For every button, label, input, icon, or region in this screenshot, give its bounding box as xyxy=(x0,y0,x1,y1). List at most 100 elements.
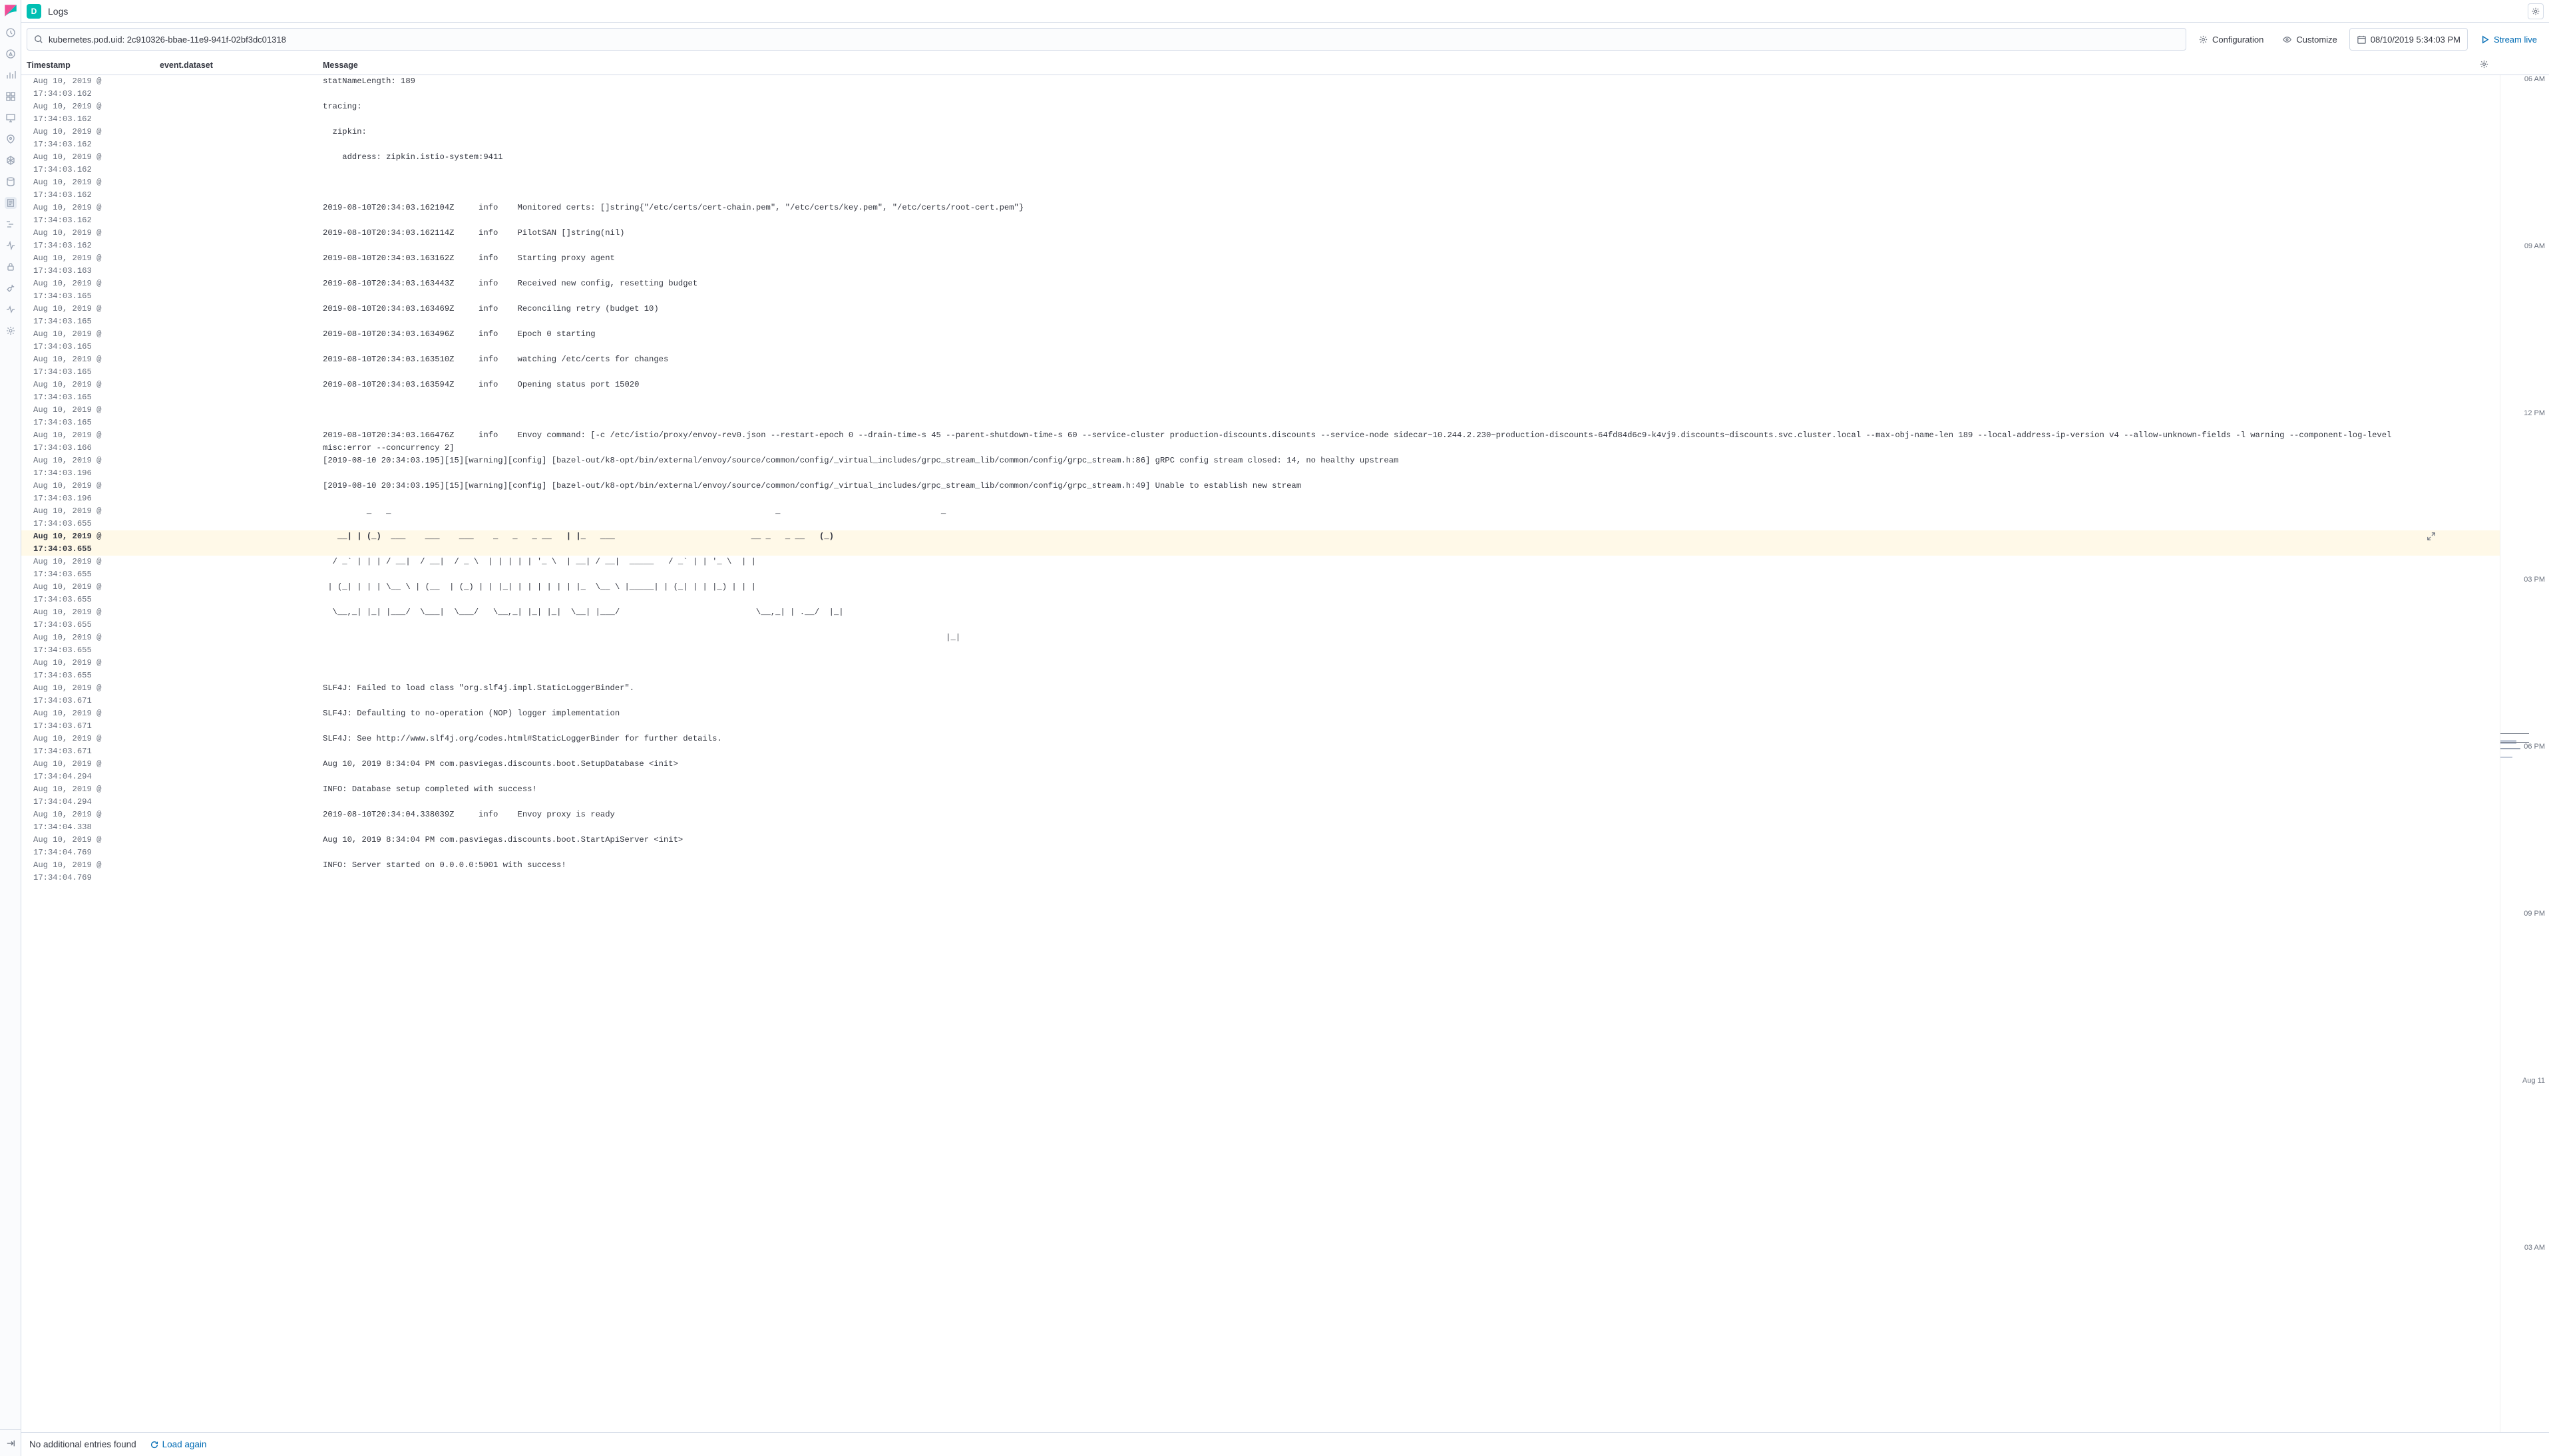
log-timestamp: Aug 10, 2019 @ 17:34:03.166 xyxy=(33,429,160,455)
nav-discover-icon[interactable] xyxy=(5,48,17,60)
datetime-label: 08/10/2019 5:34:03 PM xyxy=(2371,35,2460,45)
log-row[interactable]: Aug 10, 2019 @ 17:34:03.196[2019-08-10 2… xyxy=(21,480,2500,505)
log-row[interactable]: Aug 10, 2019 @ 17:34:03.671 SLF4J: Defaul… xyxy=(21,707,2500,733)
log-message: INFO: Server started on 0.0.0.0:5001 wit… xyxy=(323,859,2500,872)
log-row[interactable]: Aug 10, 2019 @ 17:34:03.196 [2019-08-10 2… xyxy=(21,455,2500,480)
log-row[interactable]: Aug 10, 2019 @ 17:34:03.162 zipkin: xyxy=(21,126,2500,151)
kibana-logo-icon[interactable] xyxy=(4,4,17,17)
col-header-message[interactable]: Message xyxy=(323,61,2549,70)
log-row[interactable]: Aug 10, 2019 @ 17:34:03.1662019-08-10T20… xyxy=(21,429,2500,455)
nav-uptime-icon[interactable] xyxy=(5,240,17,252)
log-row[interactable]: Aug 10, 2019 @ 17:34:03.162statNameLengt… xyxy=(21,75,2500,100)
col-header-timestamp[interactable]: Timestamp xyxy=(27,61,160,70)
nav-management-icon[interactable] xyxy=(5,325,17,337)
log-row[interactable]: Aug 10, 2019 @ 17:34:03.655 \__,_| |_| |… xyxy=(21,606,2500,632)
log-message: 2019-08-10T20:34:03.163443Z info Receive… xyxy=(323,277,2500,290)
log-row[interactable]: Aug 10, 2019 @ 17:34:04.294INFO: Databas… xyxy=(21,783,2500,809)
search-input-container[interactable] xyxy=(27,28,2186,51)
log-row[interactable]: Aug 10, 2019 @ 17:34:04.769INFO: Server … xyxy=(21,859,2500,884)
log-timestamp: Aug 10, 2019 @ 17:34:03.165 xyxy=(33,379,160,404)
log-row[interactable]: Aug 10, 2019 @ 17:34:03.655 |_| xyxy=(21,632,2500,657)
log-row[interactable]: Aug 10, 2019 @ 17:34:04.294Aug 10, 2019 … xyxy=(21,758,2500,783)
nav-dashboard-icon[interactable] xyxy=(5,91,17,102)
log-row[interactable]: Aug 10, 2019 @ 17:34:03.165 xyxy=(21,404,2500,429)
log-row[interactable]: Aug 10, 2019 @ 17:34:03.162 xyxy=(21,176,2500,202)
log-footer: No additional entries found Load again xyxy=(21,1432,2549,1456)
nav-apm-icon[interactable] xyxy=(5,218,17,230)
nav-devtools-icon[interactable] xyxy=(5,282,17,294)
log-timestamp: Aug 10, 2019 @ 17:34:03.162 xyxy=(33,176,160,202)
log-row[interactable]: Aug 10, 2019 @ 17:34:03.1622019-08-10T20… xyxy=(21,202,2500,227)
log-row[interactable]: Aug 10, 2019 @ 17:34:03.671 SLF4J: Failed… xyxy=(21,682,2500,707)
log-timestamp: Aug 10, 2019 @ 17:34:04.294 xyxy=(33,783,160,809)
minimap-viewport[interactable] xyxy=(2500,733,2529,743)
log-message: 2019-08-10T20:34:03.163469Z info Reconci… xyxy=(323,303,2500,315)
log-message: zipkin: xyxy=(323,126,2500,138)
log-timestamp: Aug 10, 2019 @ 17:34:03.163 xyxy=(33,252,160,277)
header-settings-button[interactable] xyxy=(2528,3,2544,19)
log-message: SLF4J: Defaulting to no-operation (NOP) … xyxy=(323,707,2500,720)
log-row[interactable]: Aug 10, 2019 @ 17:34:03.162 address: zip… xyxy=(21,151,2500,176)
log-timestamp: Aug 10, 2019 @ 17:34:03.165 xyxy=(33,353,160,379)
nav-visualize-icon[interactable] xyxy=(5,69,17,81)
log-row[interactable]: Aug 10, 2019 @ 17:34:04.769Aug 10, 2019 … xyxy=(21,834,2500,859)
column-settings-button[interactable] xyxy=(2479,59,2489,69)
search-input[interactable] xyxy=(49,35,2179,45)
log-row[interactable]: Aug 10, 2019 @ 17:34:03.1652019-08-10T20… xyxy=(21,303,2500,328)
log-timestamp: Aug 10, 2019 @ 17:34:03.655 xyxy=(33,505,160,530)
log-timestamp: Aug 10, 2019 @ 17:34:03.655 xyxy=(33,530,160,556)
log-row[interactable]: Aug 10, 2019 @ 17:34:04.3382019-08-10T20… xyxy=(21,809,2500,834)
log-message: \__,_| |_| |___/ \___| \___/ \__,_| |_| … xyxy=(323,606,2500,619)
log-timestamp: Aug 10, 2019 @ 17:34:03.196 xyxy=(33,455,160,480)
log-row[interactable]: Aug 10, 2019 @ 17:34:03.655 | (_| | | | … xyxy=(21,581,2500,606)
nav-metrics-icon[interactable] xyxy=(5,176,17,188)
datetime-picker[interactable]: 08/10/2019 5:34:03 PM xyxy=(2349,28,2468,51)
log-minimap[interactable]: 06 AM09 AM12 PM03 PM06 PM09 PMAug 1103 A… xyxy=(2500,75,2549,1432)
log-timestamp: Aug 10, 2019 @ 17:34:03.162 xyxy=(33,202,160,227)
log-timestamp: Aug 10, 2019 @ 17:34:04.338 xyxy=(33,809,160,834)
expand-icon[interactable] xyxy=(2427,532,2436,541)
log-row[interactable]: Aug 10, 2019 @ 17:34:03.655 xyxy=(21,657,2500,682)
stream-live-button[interactable]: Stream live xyxy=(2473,28,2544,51)
load-again-label: Load again xyxy=(162,1439,207,1449)
load-again-button[interactable]: Load again xyxy=(150,1439,207,1449)
nav-recent-icon[interactable] xyxy=(5,27,17,39)
nav-logs-icon[interactable] xyxy=(5,197,17,209)
nav-maps-icon[interactable] xyxy=(5,133,17,145)
log-message: [2019-08-10 20:34:03.195][15][warning][c… xyxy=(323,480,2500,492)
log-row[interactable]: Aug 10, 2019 @ 17:34:03.163 2019-08-10T20… xyxy=(21,252,2500,277)
sidebar-expand-button[interactable] xyxy=(0,1429,21,1456)
log-timestamp: Aug 10, 2019 @ 17:34:04.294 xyxy=(33,758,160,783)
log-message: 2019-08-10T20:34:03.163162Z info Startin… xyxy=(323,252,2500,265)
log-row[interactable]: Aug 10, 2019 @ 17:34:03.1652019-08-10T20… xyxy=(21,328,2500,353)
nav-siem-icon[interactable] xyxy=(5,261,17,273)
customize-button[interactable]: Customize xyxy=(2275,28,2343,51)
configuration-button[interactable]: Configuration xyxy=(2192,28,2270,51)
col-header-dataset[interactable]: event.dataset xyxy=(160,61,323,70)
log-message: [2019-08-10 20:34:03.195][15][warning][c… xyxy=(323,455,2500,467)
nav-canvas-icon[interactable] xyxy=(5,112,17,124)
customize-label: Customize xyxy=(2296,35,2337,45)
calendar-icon xyxy=(2357,35,2367,45)
nav-infrastructure-icon[interactable] xyxy=(5,154,17,166)
log-timestamp: Aug 10, 2019 @ 17:34:03.671 xyxy=(33,682,160,707)
log-timestamp: Aug 10, 2019 @ 17:34:03.671 xyxy=(33,707,160,733)
log-row[interactable]: Aug 10, 2019 @ 17:34:03.655 _ _ _ _ xyxy=(21,505,2500,530)
log-row[interactable]: Aug 10, 2019 @ 17:34:03.655 / _` | | | /… xyxy=(21,556,2500,581)
log-timestamp: Aug 10, 2019 @ 17:34:03.165 xyxy=(33,404,160,429)
log-row[interactable]: Aug 10, 2019 @ 17:34:03.1652019-08-10T20… xyxy=(21,353,2500,379)
log-row[interactable]: Aug 10, 2019 @ 17:34:03.1652019-08-10T20… xyxy=(21,379,2500,404)
space-selector[interactable]: D xyxy=(27,4,41,19)
log-message: __| | (_) ___ ___ ___ _ _ _ __ | |_ ___ … xyxy=(323,530,2500,543)
log-row[interactable]: Aug 10, 2019 @ 17:34:03.655 __| | (_) __… xyxy=(21,530,2500,556)
log-row[interactable]: Aug 10, 2019 @ 17:34:03.1622019-08-10T20… xyxy=(21,227,2500,252)
log-row[interactable]: Aug 10, 2019 @ 17:34:03.1652019-08-10T20… xyxy=(21,277,2500,303)
configuration-label: Configuration xyxy=(2212,35,2263,45)
log-stream[interactable]: Aug 10, 2019 @ 17:34:03.162statNameLengt… xyxy=(21,75,2500,1432)
log-timestamp: Aug 10, 2019 @ 17:34:03.655 xyxy=(33,556,160,581)
minimap-tick: 06 PM xyxy=(2524,743,2545,751)
log-message: SLF4J: Failed to load class "org.slf4j.i… xyxy=(323,682,2500,695)
log-row[interactable]: Aug 10, 2019 @ 17:34:03.162tracing: xyxy=(21,100,2500,126)
log-row[interactable]: Aug 10, 2019 @ 17:34:03.671SLF4J: See ht… xyxy=(21,733,2500,758)
nav-monitoring-icon[interactable] xyxy=(5,303,17,315)
